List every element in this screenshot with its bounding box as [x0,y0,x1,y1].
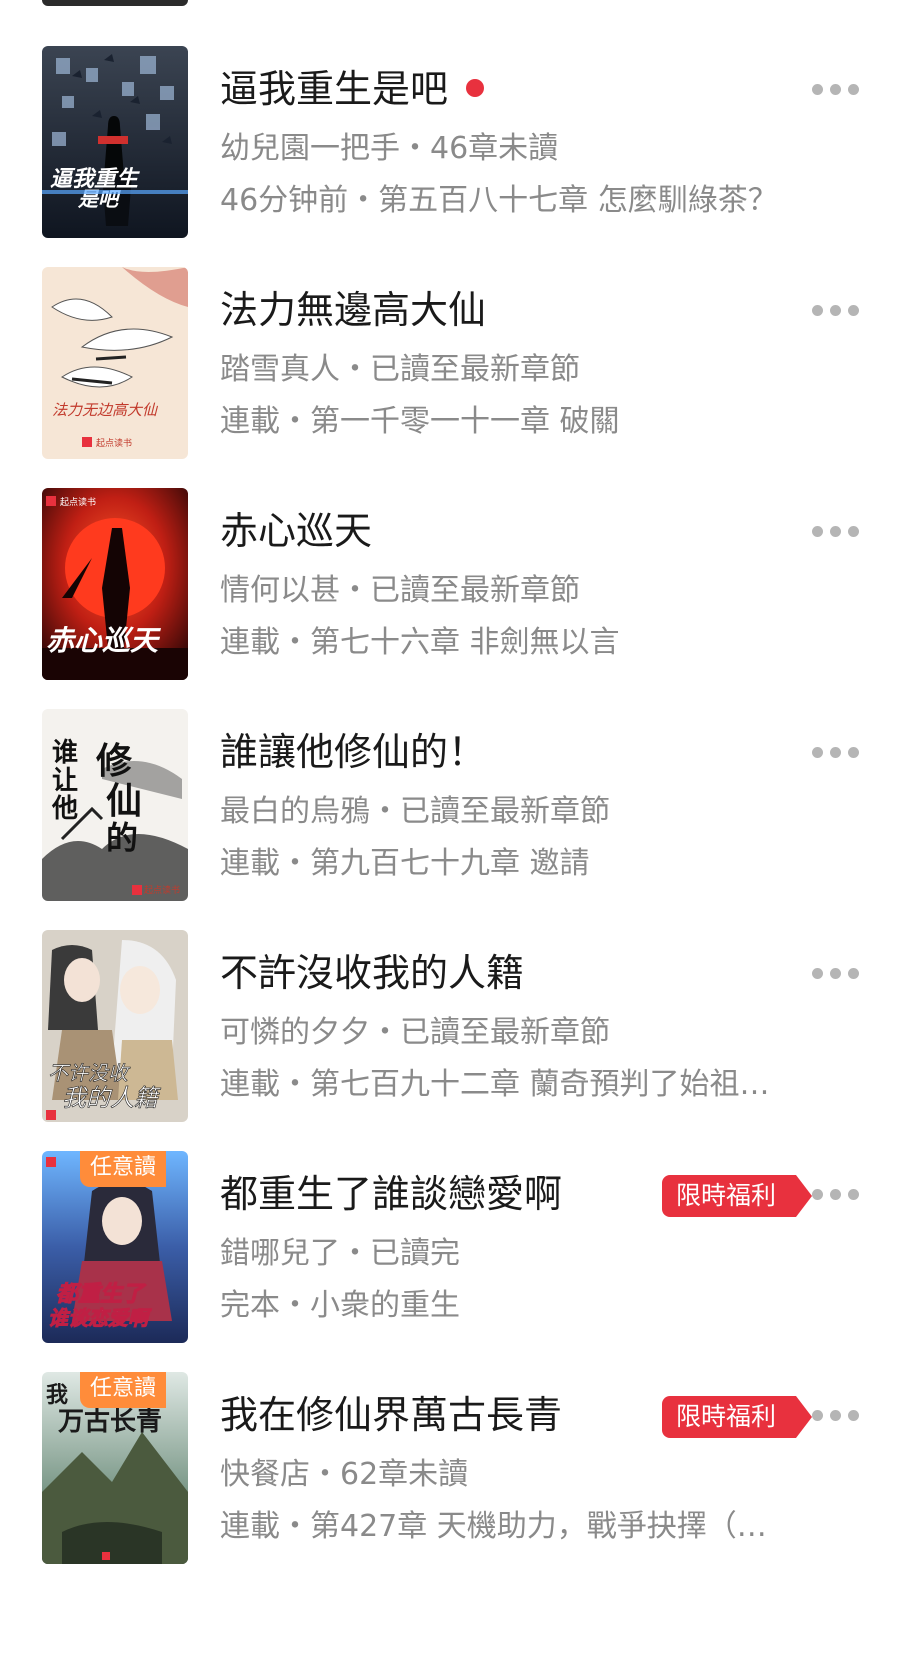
limited-time-benefit-tag[interactable]: 限時福利 [662,1396,813,1438]
svg-text:起点读书: 起点读书 [144,884,180,896]
book-cover[interactable]: 我 万古长青 任意讀 [42,1372,188,1564]
limited-time-benefit-tag[interactable]: 限時福利 [662,1175,813,1217]
svg-text:法力无边高大仙: 法力无边高大仙 [52,401,159,419]
book-latest-chapter: 連載・第七十六章 非劍無以言 [220,625,620,660]
more-dots-icon[interactable] [812,80,860,100]
svg-text:我的人籍: 我的人籍 [62,1084,161,1112]
svg-text:起点读书: 起点读书 [60,496,96,508]
book-title-wrap[interactable]: 逼我重生是吧 [220,66,485,112]
book-author-progress: 可憐的夕夕・已讀至最新章節 [220,1015,610,1050]
any-read-badge: 任意讀 [80,1151,167,1187]
book-title[interactable]: 逼我重生是吧 [220,67,448,111]
book-title[interactable]: 都重生了誰談戀愛啊 [220,1171,562,1217]
book-latest-chapter: 完本・小衆的重生 [220,1288,460,1323]
book-title[interactable]: 誰讓他修仙的！ [220,729,486,775]
book-title[interactable]: 我在修仙界萬古長青 [220,1392,562,1438]
cover-art: 谁 让 他 修 仙 的 起点读书 [42,709,188,901]
more-dots-icon[interactable] [812,964,860,984]
book-cover[interactable]: 都重生了 谁谈恋爱啊 任意讀 [42,1151,188,1343]
svg-text:仙: 仙 [106,780,142,822]
book-item[interactable]: 我 万古长青 任意讀 我在修仙界萬古長青 限時福利 快餐店・62章未讀 連載・第… [0,1372,904,1572]
book-item[interactable]: 不许没收 我的人籍 不許沒收我的人籍 可憐的夕夕・已讀至最新章節 連載・第七百九… [0,930,904,1130]
book-latest-chapter: 連載・第一千零一十一章 破關 [220,404,620,439]
book-item[interactable]: 都重生了 谁谈恋爱啊 任意讀 都重生了誰談戀愛啊 限時福利 錯哪兒了・已讀完 完… [0,1151,904,1351]
cover-art: 不许没收 我的人籍 [42,930,188,1122]
svg-text:万古长青: 万古长青 [58,1407,162,1437]
cover-art: 法力无边高大仙 起点读书 [42,267,188,459]
book-title[interactable]: 不許沒收我的人籍 [220,950,524,996]
book-item[interactable]: 法力无边高大仙 起点读书 法力無邊高大仙 踏雪真人・已讀至最新章節 連載・第一千… [0,267,904,467]
unread-dot-icon [466,78,485,97]
more-dots-icon[interactable] [812,522,860,542]
svg-text:谁: 谁 [52,738,78,768]
cover-art: 逼我重生 是吧 [42,46,188,238]
svg-text:修: 修 [96,740,133,782]
book-author-progress: 幼兒園一把手・46章未讀 [220,131,559,166]
more-dots-icon[interactable] [812,301,860,321]
book-cover[interactable]: 逼我重生 是吧 [42,46,188,238]
book-cover[interactable]: 不许没收 我的人籍 [42,930,188,1122]
book-author-progress: 錯哪兒了・已讀完 [220,1236,460,1271]
book-author-progress: 最白的烏鴉・已讀至最新章節 [220,794,610,829]
book-latest-chapter: 連載・第九百七十九章 邀請 [220,846,590,881]
book-title[interactable]: 法力無邊高大仙 [220,287,486,333]
book-author-progress: 情何以甚・已讀至最新章節 [220,573,580,608]
book-author-progress: 快餐店・62章未讀 [220,1457,469,1492]
more-dots-icon[interactable] [812,1406,860,1426]
more-dots-icon[interactable] [812,1185,860,1205]
previous-book-cover-edge[interactable] [42,0,188,6]
svg-text:的: 的 [106,819,138,857]
book-item[interactable]: 逼我重生 是吧 逼我重生是吧 幼兒園一把手・46章未讀 46分钟前・第五百八十七… [0,46,904,246]
book-cover[interactable]: 法力无边高大仙 起点读书 [42,267,188,459]
book-author-progress: 踏雪真人・已讀至最新章節 [220,352,580,387]
book-cover[interactable]: 谁 让 他 修 仙 的 起点读书 [42,709,188,901]
book-title[interactable]: 赤心巡天 [220,508,372,554]
svg-text:不许没收: 不许没收 [48,1061,131,1085]
any-read-badge: 任意讀 [80,1372,167,1408]
cover-art: 赤心巡天 起点读书 [42,488,188,680]
svg-text:都重生了: 都重生了 [56,1282,147,1307]
svg-text:让: 让 [52,766,78,796]
svg-text:起点读书: 起点读书 [96,437,132,449]
book-latest-chapter: 連載・第427章 天機助力，戰爭抉擇（… [220,1509,767,1544]
book-item[interactable]: 赤心巡天 起点读书 赤心巡天 情何以甚・已讀至最新章節 連載・第七十六章 非劍無… [0,488,904,688]
book-cover[interactable]: 赤心巡天 起点读书 [42,488,188,680]
more-dots-icon[interactable] [812,743,860,763]
book-latest-chapter: 46分钟前・第五百八十七章 怎麼馴綠茶？ [220,183,778,218]
book-item[interactable]: 谁 让 他 修 仙 的 起点读书 誰讓他修仙的！ 最白的烏鴉・已讀至最新章節 連… [0,709,904,909]
book-latest-chapter: 連載・第七百九十二章 蘭奇預判了始祖… [220,1067,770,1102]
svg-text:赤心巡天: 赤心巡天 [46,624,161,657]
svg-text:谁谈恋爱啊: 谁谈恋爱啊 [48,1306,152,1330]
svg-text:我: 我 [46,1382,68,1408]
svg-text:他: 他 [51,794,78,824]
